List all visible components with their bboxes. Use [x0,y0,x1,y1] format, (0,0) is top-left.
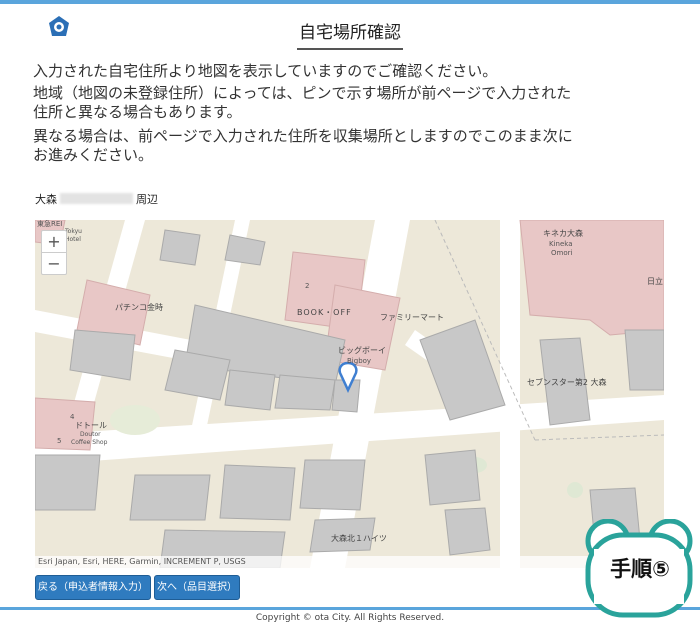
top-accent-bar [0,0,700,4]
map-label-omorikita: 大森北１ハイツ [331,534,387,543]
next-button[interactable]: 次へ（品目選択） [154,575,240,600]
page-title: 自宅場所確認 [0,18,700,50]
instruction-text-3: 異なる場合は、前ページで入力された住所を収集場所としますのでこのまま次にお進みく… [33,127,573,164]
zoom-control: + − [41,230,67,275]
map-label-pachinko: パチンコ金時 [115,303,163,312]
instruction-text-2: 地域（地図の未登録住所）によっては、ピンで示す場所が前ページで入力された住所と異… [33,84,572,121]
map-label-kineka-en: Kineka [549,240,573,248]
map-label-familymart: ファミリーマート [380,313,444,322]
map-label-num4: 4 [70,413,75,421]
map-label-tokyu-en2: Hotel [65,236,81,243]
map-label-bookoff: BOOK・OFF [297,308,352,317]
map-label-doutor-en2: Coffee Shop [71,439,108,446]
map-label-doutor: ドトール [75,421,107,430]
map-label-bigboy: ビッグボーイ [338,346,386,355]
address-suffix: 周辺 [136,193,158,206]
map-label-tokyu-en: Tokyu [65,228,82,235]
zoom-out-button[interactable]: − [42,253,66,274]
map-label-kineka: キネカ大森 [543,229,583,238]
back-button[interactable]: 戻る（申込者情報入力） [35,575,151,600]
map-attribution: Esri Japan, Esri, HERE, Garmin, INCREMEN… [35,556,664,568]
map-label-kineka-en2: Omori [551,249,573,257]
address-label: 大森 周辺 [35,191,158,207]
step-badge-label: 手順⑤ [610,557,670,581]
map-label-hitachi: 日立 [647,277,663,286]
address-prefix: 大森 [35,193,57,206]
map-label-seven: セブンスター第2 大森 [527,378,607,387]
map-label-bookoff-num: 2 [305,282,310,290]
map-canvas [35,220,664,568]
map-label-doutor-en: Doutor [80,431,101,438]
map-view[interactable]: 2 BOOK・OFF ファミリーマート ビッグボーイ Bigboy パチンコ金時… [35,220,664,568]
map-label-num5: 5 [57,437,62,445]
map-label-tokyu: 東急REI [37,220,63,228]
zoom-in-button[interactable]: + [42,231,66,253]
map-label-bigboy-en: Bigboy [347,357,372,365]
address-redacted [60,193,133,204]
instruction-text-1: 入力された自宅住所より地図を表示していますのでご確認ください。 [33,62,498,80]
